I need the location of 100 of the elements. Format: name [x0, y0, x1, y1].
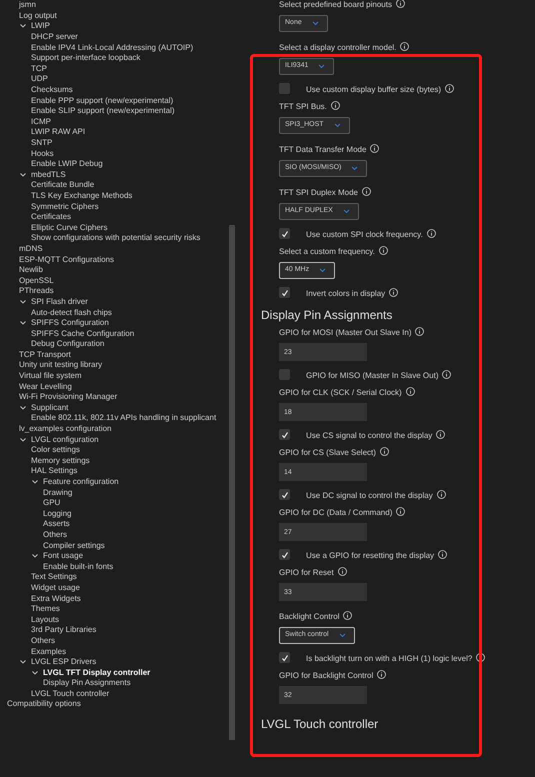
info-icon [370, 144, 380, 153]
tree-item[interactable]: Enable built-in fonts [43, 562, 114, 572]
tree-item[interactable]: Wear Levelling [19, 382, 72, 392]
tree-item[interactable]: Supplicant [31, 402, 68, 413]
tree-item[interactable]: lv_examples configuration [19, 424, 112, 434]
tree-item[interactable]: Examples [31, 646, 66, 657]
tree-item[interactable]: Support per-interface loopback [31, 53, 140, 64]
tree-item[interactable]: Enable LWIP Debug [31, 159, 103, 170]
info-icon [338, 567, 347, 576]
tree-item[interactable]: Auto-detect flash chips [31, 308, 112, 318]
tree-item[interactable]: 3rd Party Libraries [31, 625, 96, 636]
caret-icon [334, 123, 341, 128]
tree-item[interactable]: Enable 802.11k, 802.11v APIs handling in supplicant [31, 413, 216, 424]
tree-item[interactable]: Compatibility options [7, 699, 81, 710]
tree-item[interactable]: ICMP [31, 116, 51, 127]
tree-item[interactable]: Enable IPV4 Link-Local Addressing (AUTOIP) [31, 42, 194, 53]
info-icon [377, 670, 386, 679]
setting-label: GPIO for Reset [279, 567, 334, 579]
chevron-icon[interactable] [19, 170, 27, 179]
tree-item[interactable]: LWIP RAW API [31, 127, 86, 138]
tree-item[interactable]: Text Settings [31, 572, 77, 582]
tree-item[interactable]: DHCP server [31, 32, 78, 42]
tree-item[interactable]: SPIFFS Cache Configuration [31, 328, 134, 339]
tree-item[interactable]: Asserts [43, 519, 70, 530]
info-icon [396, 507, 406, 516]
tree-item[interactable]: HAL Settings [31, 466, 78, 476]
scrollbar-thumb[interactable] [229, 225, 235, 740]
tree-item[interactable]: LWIP [31, 21, 50, 32]
tree-item[interactable]: Themes [31, 604, 60, 614]
tree-item[interactable]: Color settings [31, 445, 80, 456]
checkbox-label: Is backlight turn on with a HIGH (1) logic level? [306, 653, 472, 665]
tree-item[interactable]: Certificate Bundle [31, 180, 94, 190]
tree-item[interactable]: GPU [43, 498, 60, 508]
tree-item[interactable]: LVGL configuration [31, 434, 99, 445]
tree-item[interactable]: Debug Configuration [31, 339, 104, 350]
tree-item[interactable]: PThreads [19, 286, 54, 296]
setting-label: Backlight Control [279, 611, 340, 623]
tree-item[interactable]: Unity unit testing library [19, 360, 102, 370]
tree-item[interactable]: ESP-MQTT Configurations [19, 254, 114, 265]
tree-item[interactable]: TLS Key Exchange Methods [31, 190, 132, 201]
tree-item[interactable]: OpenSSL [19, 276, 54, 286]
checkbox[interactable] [279, 549, 290, 560]
checkbox[interactable] [279, 369, 290, 380]
tree-item[interactable]: LVGL ESP Drivers [31, 657, 96, 668]
chevron-icon[interactable] [31, 552, 39, 560]
chevron-icon[interactable] [31, 478, 39, 486]
tree-item[interactable]: Logging [43, 508, 72, 519]
checkbox[interactable] [279, 489, 290, 500]
tree-item[interactable]: Others [43, 530, 68, 540]
checkbox-label: Use DC signal to control the display [306, 490, 433, 502]
tree-item[interactable]: LVGL Touch controller [31, 688, 110, 699]
setting-label: GPIO for CLK (SCK / Serial Clock) [279, 387, 402, 399]
setting-label: TFT SPI Bus. [279, 101, 327, 113]
tree-item[interactable]: UDP [31, 74, 48, 84]
checkbox[interactable] [279, 652, 290, 663]
tree-item[interactable]: Font usage [43, 551, 84, 562]
tree-item[interactable]: Log output [19, 10, 57, 21]
tree-item[interactable]: Wi-Fi Provisioning Manager [19, 392, 118, 402]
tree-item[interactable]: Extra Widgets [31, 594, 81, 604]
checkbox[interactable] [279, 228, 290, 239]
checkbox[interactable] [279, 83, 290, 94]
tree-item[interactable]: jsmn [19, 0, 36, 10]
checkbox[interactable] [279, 429, 290, 440]
checkbox-label: GPIO for MISO (Master In Slave Out) [306, 370, 438, 382]
tree-item[interactable]: Hooks [31, 148, 54, 159]
tree-item[interactable]: Symmetric Ciphers [31, 202, 99, 212]
caret-icon [312, 21, 319, 26]
tree-item[interactable]: TCP [31, 64, 47, 74]
tree-item[interactable]: Compiler settings [43, 540, 105, 551]
tree-item[interactable]: Memory settings [31, 456, 90, 466]
tree-item[interactable]: SPI Flash driver [31, 296, 88, 307]
chevron-icon[interactable] [19, 298, 27, 306]
checkbox[interactable] [279, 287, 290, 298]
chevron-icon[interactable] [19, 22, 27, 30]
tree-item[interactable]: Feature configuration [43, 477, 119, 488]
tree-item[interactable]: Enable PPP support (new/experimental) [31, 96, 174, 106]
tree-item[interactable]: Display Pin Assignments [43, 678, 131, 688]
tree-item[interactable]: Checksums [31, 85, 73, 96]
chevron-icon[interactable] [19, 436, 27, 444]
tree-item[interactable]: mDNS [19, 244, 43, 254]
chevron-icon[interactable] [19, 319, 27, 328]
tree-item[interactable]: Elliptic Curve Ciphers [31, 222, 108, 233]
tree-item[interactable]: Drawing [43, 488, 72, 498]
chevron-icon[interactable] [19, 404, 27, 412]
tree-item[interactable]: Others [31, 636, 56, 646]
tree-item[interactable]: SNTP [31, 138, 52, 148]
tree-item[interactable]: Enable SLIP support (new/experimental) [31, 106, 174, 116]
caret-icon [318, 64, 326, 69]
tree-item[interactable]: Show configurations with potential security risks [31, 233, 200, 244]
tree-item[interactable]: Newlib [19, 265, 44, 276]
info-icon [406, 387, 415, 396]
tree-item[interactable]: Layouts [31, 614, 60, 625]
tree-item[interactable]: Widget usage [31, 582, 80, 593]
tree-item[interactable]: mbedTLS [31, 170, 66, 180]
tree-item[interactable]: Certificates [31, 212, 72, 222]
tree-item[interactable]: SPIFFS Configuration [31, 318, 109, 328]
tree-item[interactable]: TCP Transport [19, 350, 71, 360]
tree-item[interactable]: LVGL TFT Display controller [43, 668, 150, 678]
setting-label: Select a display controller model. [279, 42, 396, 54]
tree-item[interactable]: Virtual file system [19, 371, 82, 382]
